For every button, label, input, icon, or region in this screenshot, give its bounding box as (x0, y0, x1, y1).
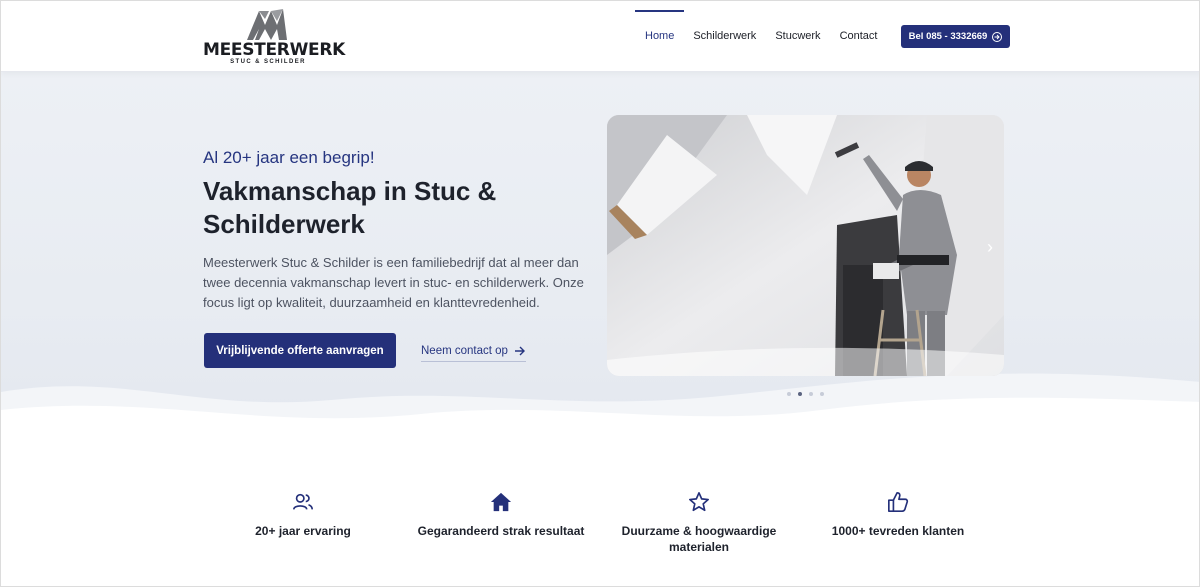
feature-label: Duurzame & hoogwaardige materialen (621, 524, 777, 554)
slider-pagination (787, 392, 824, 396)
home-icon (490, 492, 512, 512)
feature-item: 1000+ tevreden klanten (803, 491, 993, 539)
star-icon (689, 492, 709, 512)
nav-item-stucwerk[interactable]: Stucwerk (775, 1, 820, 71)
slider-next-arrow-icon[interactable]: › (982, 237, 998, 257)
page: MEESTERWERK STUC & SCHILDER Home Schilde… (0, 0, 1200, 587)
feature-item: 20+ jaar ervaring (208, 491, 398, 539)
feature-item: Duurzame & hoogwaardige materialen (604, 491, 794, 555)
plasterer-photo (607, 115, 1004, 376)
hero-description: Meesterwerk Stuc & Schilder is een famil… (203, 255, 584, 310)
hero-title: Vakmanschap in Stuc & Schilderwerk (203, 176, 497, 239)
contact-link[interactable]: Neem contact op (421, 342, 526, 362)
nav-item-home[interactable]: Home (635, 1, 685, 71)
slider-dot-3[interactable] (809, 392, 813, 396)
contact-link-label: Neem contact op (421, 344, 508, 357)
nav-item-schilderwerk[interactable]: Schilderwerk (693, 1, 756, 71)
logo-mark-icon (247, 9, 287, 40)
hero-wave-divider (1, 373, 1199, 452)
slider-dot-4[interactable] (820, 392, 824, 396)
users-icon (293, 493, 313, 510)
call-button[interactable]: Bel 085 - 3332669 (901, 25, 1010, 48)
features-row: 20+ jaar ervaring Gegarandeerd strak res… (1, 481, 1199, 581)
brand-logo[interactable]: MEESTERWERK STUC & SCHILDER (203, 7, 346, 67)
hero-image-slider[interactable]: › (607, 115, 1004, 376)
slider-dot-2[interactable] (798, 392, 802, 396)
main-nav: Home Schilderwerk Stucwerk Contact (635, 1, 896, 71)
site-header: MEESTERWERK STUC & SCHILDER Home Schilde… (1, 1, 1199, 72)
feature-label: 1000+ tevreden klanten (831, 524, 965, 538)
brand-tagline: STUC & SCHILDER (230, 59, 306, 65)
arrow-circle-icon (992, 31, 1003, 42)
hero-section: Al 20+ jaar een begrip! Vakmanschap in S… (1, 72, 1199, 452)
slider-dot-1[interactable] (787, 392, 791, 396)
thumbs-up-icon (888, 492, 909, 512)
brand-name: MEESTERWERK (203, 40, 346, 60)
request-quote-button[interactable]: Vrijblijvende offerte aanvragen (204, 333, 396, 368)
feature-item: Gegarandeerd strak resultaat (406, 491, 596, 539)
feature-label: Gegarandeerd strak resultaat (417, 524, 585, 538)
call-button-label: Bel 085 - 3332669 (908, 31, 988, 42)
feature-label: 20+ jaar ervaring (255, 524, 351, 538)
hero-kicker: Al 20+ jaar een begrip! (203, 148, 375, 167)
arrow-right-icon (514, 346, 525, 355)
nav-item-contact[interactable]: Contact (840, 1, 878, 71)
